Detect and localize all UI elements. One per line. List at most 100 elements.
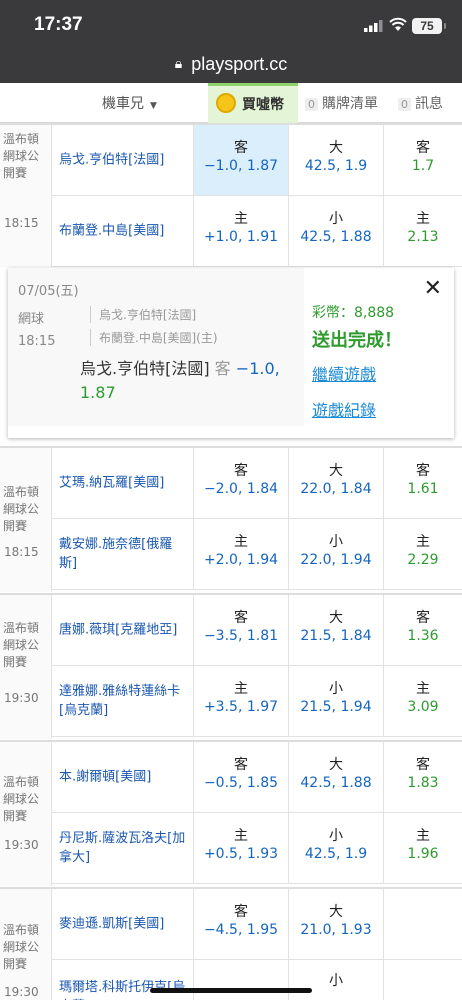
wifi-icon xyxy=(389,17,407,31)
spread-home-option[interactable]: 主 +3.5, 1.97 xyxy=(194,666,289,737)
spread-home-option[interactable] xyxy=(194,960,289,1000)
user-menu[interactable]: 機車兄 ▼ xyxy=(102,93,157,113)
match-row: 溫布頓網球公開賽 19:30 唐娜.薇琪[克羅地亞] 客 −3.5, 1.81 大… xyxy=(0,593,462,739)
popup-actions: ✕ 彩幣：8,888 送出完成！ 繼續遊戲 遊戲紀錄 xyxy=(304,268,454,438)
away-team: 麥迪遜.凱斯[美國] xyxy=(52,889,194,960)
moneyline-away-option[interactable] xyxy=(384,889,462,960)
game-history-link[interactable]: 遊戲紀錄 xyxy=(312,397,376,421)
pick-team: 烏戈.亨伯特[法國] xyxy=(80,359,210,378)
match-info: 溫布頓網球公開賽 19:30 xyxy=(0,889,52,1000)
match-time: 18:15 xyxy=(4,545,39,559)
battery-icon: 75 xyxy=(412,18,446,34)
away-team: 唐娜.薇琪[克羅地亞] xyxy=(52,595,194,666)
top-nav: 機車兄 ▼ 買噓幣 0 購牌清單 0 訊息 xyxy=(0,83,462,123)
total-under-option[interactable]: 小 42.5, 1.9 xyxy=(289,813,384,884)
match-info: 溫布頓網球公開賽 19:30 xyxy=(0,595,52,739)
bet-confirmation-popup: 07/05(五) 網球 18:15 烏戈.亨伯特[法國] 布蘭登.中島[美國](… xyxy=(8,268,454,438)
spread-home-option[interactable]: 主 +0.5, 1.93 xyxy=(194,813,289,884)
moneyline-home-option[interactable]: 主 1.96 xyxy=(384,813,462,884)
pick-line: −1.0, xyxy=(235,359,280,378)
submit-success-message: 送出完成！ xyxy=(312,330,402,351)
total-under-option[interactable]: 小 21.5, 1.94 xyxy=(289,666,384,737)
total-over-option[interactable]: 大 21.0, 1.93 xyxy=(289,889,384,960)
spread-away-option[interactable]: 客 −1.0, 1.87 xyxy=(194,125,289,196)
match-time: 19:30 xyxy=(4,691,39,705)
ticket-away-team: 烏戈.亨伯特[法國] xyxy=(90,306,196,323)
ticket-pick: 烏戈.亨伯特[法國] 客 −1.0, 1.87 xyxy=(80,357,302,405)
match-time: 18:15 xyxy=(4,216,39,230)
pick-odds: 1.87 xyxy=(80,383,116,402)
moneyline-away-option[interactable]: 客 1.36 xyxy=(384,595,462,666)
spread-away-option[interactable]: 客 −3.5, 1.81 xyxy=(194,595,289,666)
url-bar[interactable]: 🔒︎ playsport.cc xyxy=(0,50,462,83)
buy-coins-label: 買噓幣 xyxy=(242,97,284,113)
coin-balance: 彩幣：8,888 xyxy=(312,305,395,321)
moneyline-home-option[interactable]: 主 2.13 xyxy=(384,196,462,267)
cart-link[interactable]: 0 購牌清單 xyxy=(305,93,378,113)
moneyline-home-option[interactable] xyxy=(384,960,462,1000)
home-team: 丹尼斯.薩波瓦洛夫[加拿大] xyxy=(52,813,194,884)
continue-game-link[interactable]: 繼續遊戲 xyxy=(312,361,376,385)
home-team: 瑪爾塔.科斯托伊克[烏克蘭] xyxy=(52,960,194,1000)
away-team: 艾瑪.納瓦羅[美國] xyxy=(52,448,194,519)
home-team: 達雅娜.雅絲特蓮絲卡[烏克蘭] xyxy=(52,666,194,737)
moneyline-home-option[interactable]: 主 3.09 xyxy=(384,666,462,737)
home-team: 布蘭登.中島[美國] xyxy=(52,196,194,267)
match-row: 溫布頓網球公開賽 18:15 烏戈.亨伯特[法國] 客 −1.0, 1.87 大4… xyxy=(0,123,462,267)
league-label: 溫布頓網球公開賽 xyxy=(3,923,40,971)
spread-away-option[interactable]: 客 −2.0, 1.84 xyxy=(194,448,289,519)
spread-home-option[interactable]: 主 +1.0, 1.91 xyxy=(194,196,289,267)
match-row: 溫布頓網球公開賽 19:30 本.謝爾頓[美國] 客 −0.5, 1.85 大 42… xyxy=(0,740,462,886)
away-team: 烏戈.亨伯特[法國] xyxy=(52,125,194,196)
coin-icon xyxy=(216,93,236,113)
league-label: 溫布頓網球公開賽 xyxy=(3,132,40,180)
user-name: 機車兄 xyxy=(102,96,144,112)
total-under-option[interactable]: 小 42.5, 1.88 xyxy=(289,196,384,267)
match-time: 19:30 xyxy=(4,985,39,999)
ticket-time: 18:15 xyxy=(18,334,56,349)
messages-link[interactable]: 0 訊息 xyxy=(398,93,443,113)
match-row: 溫布頓網球公開賽 19:30 麥迪遜.凱斯[美國] 客 −4.5, 1.95 大2… xyxy=(0,887,462,1000)
messages-label: 訊息 xyxy=(415,96,443,112)
pick-side: 客 xyxy=(214,359,231,378)
close-icon[interactable]: ✕ xyxy=(424,276,442,301)
league-label: 溫布頓網球公開賽 xyxy=(3,621,40,669)
spread-away-option[interactable]: 客 −0.5, 1.85 xyxy=(194,742,289,813)
buy-coins-button[interactable]: 買噓幣 xyxy=(208,83,298,123)
total-over-option[interactable]: 大 21.5, 1.84 xyxy=(289,595,384,666)
home-team: 戴安娜.施奈德[俄羅斯] xyxy=(52,519,194,590)
message-count-badge: 0 xyxy=(398,98,411,111)
chevron-down-icon: ▼ xyxy=(150,101,157,111)
ticket-date: 07/05(五) xyxy=(18,284,79,299)
total-over-option[interactable]: 大 22.0, 1.84 xyxy=(289,448,384,519)
moneyline-away-option[interactable]: 客 1.7 xyxy=(384,125,462,196)
ticket-home-team: 布蘭登.中島[美國](主) xyxy=(90,329,218,346)
total-over-option[interactable]: 大 42.5, 1.88 xyxy=(289,742,384,813)
cart-label: 購牌清單 xyxy=(322,96,378,112)
match-time: 19:30 xyxy=(4,838,39,852)
cart-count-badge: 0 xyxy=(305,98,318,111)
spread-home-option[interactable]: 主 +2.0, 1.94 xyxy=(194,519,289,590)
signal-icon xyxy=(364,20,383,32)
moneyline-away-option[interactable]: 客 1.83 xyxy=(384,742,462,813)
ticket-sport: 網球 xyxy=(18,312,45,327)
status-bar: 17:37 75 xyxy=(0,0,462,50)
match-row: 溫布頓網球公開賽 18:15 艾瑪.納瓦羅[美國] 客 −2.0, 1.84 大2… xyxy=(0,446,462,592)
total-over-option[interactable]: 大 42.5, 1.9 xyxy=(289,125,384,196)
url-text[interactable]: playsport.cc xyxy=(191,50,287,78)
league-label: 溫布頓網球公開賽 xyxy=(3,485,40,533)
away-team: 本.謝爾頓[美國] xyxy=(52,742,194,813)
lock-icon: 🔒︎ xyxy=(174,56,183,72)
bet-ticket: 07/05(五) 網球 18:15 烏戈.亨伯特[法國] 布蘭登.中島[美國](… xyxy=(8,268,304,426)
moneyline-away-option[interactable]: 客 1.61 xyxy=(384,448,462,519)
total-under-option[interactable]: 小 22.0, 1.94 xyxy=(289,519,384,590)
spread-away-option[interactable]: 客 −4.5, 1.95 xyxy=(194,889,289,960)
match-info: 溫布頓網球公開賽 18:15 xyxy=(0,125,52,267)
league-label: 溫布頓網球公開賽 xyxy=(3,775,40,823)
status-time: 17:37 xyxy=(34,14,83,35)
total-under-option[interactable]: 小 xyxy=(289,960,384,1000)
match-info: 溫布頓網球公開賽 19:30 xyxy=(0,742,52,886)
home-indicator xyxy=(150,988,312,993)
match-info: 溫布頓網球公開賽 18:15 xyxy=(0,448,52,592)
moneyline-home-option[interactable]: 主 2.29 xyxy=(384,519,462,590)
